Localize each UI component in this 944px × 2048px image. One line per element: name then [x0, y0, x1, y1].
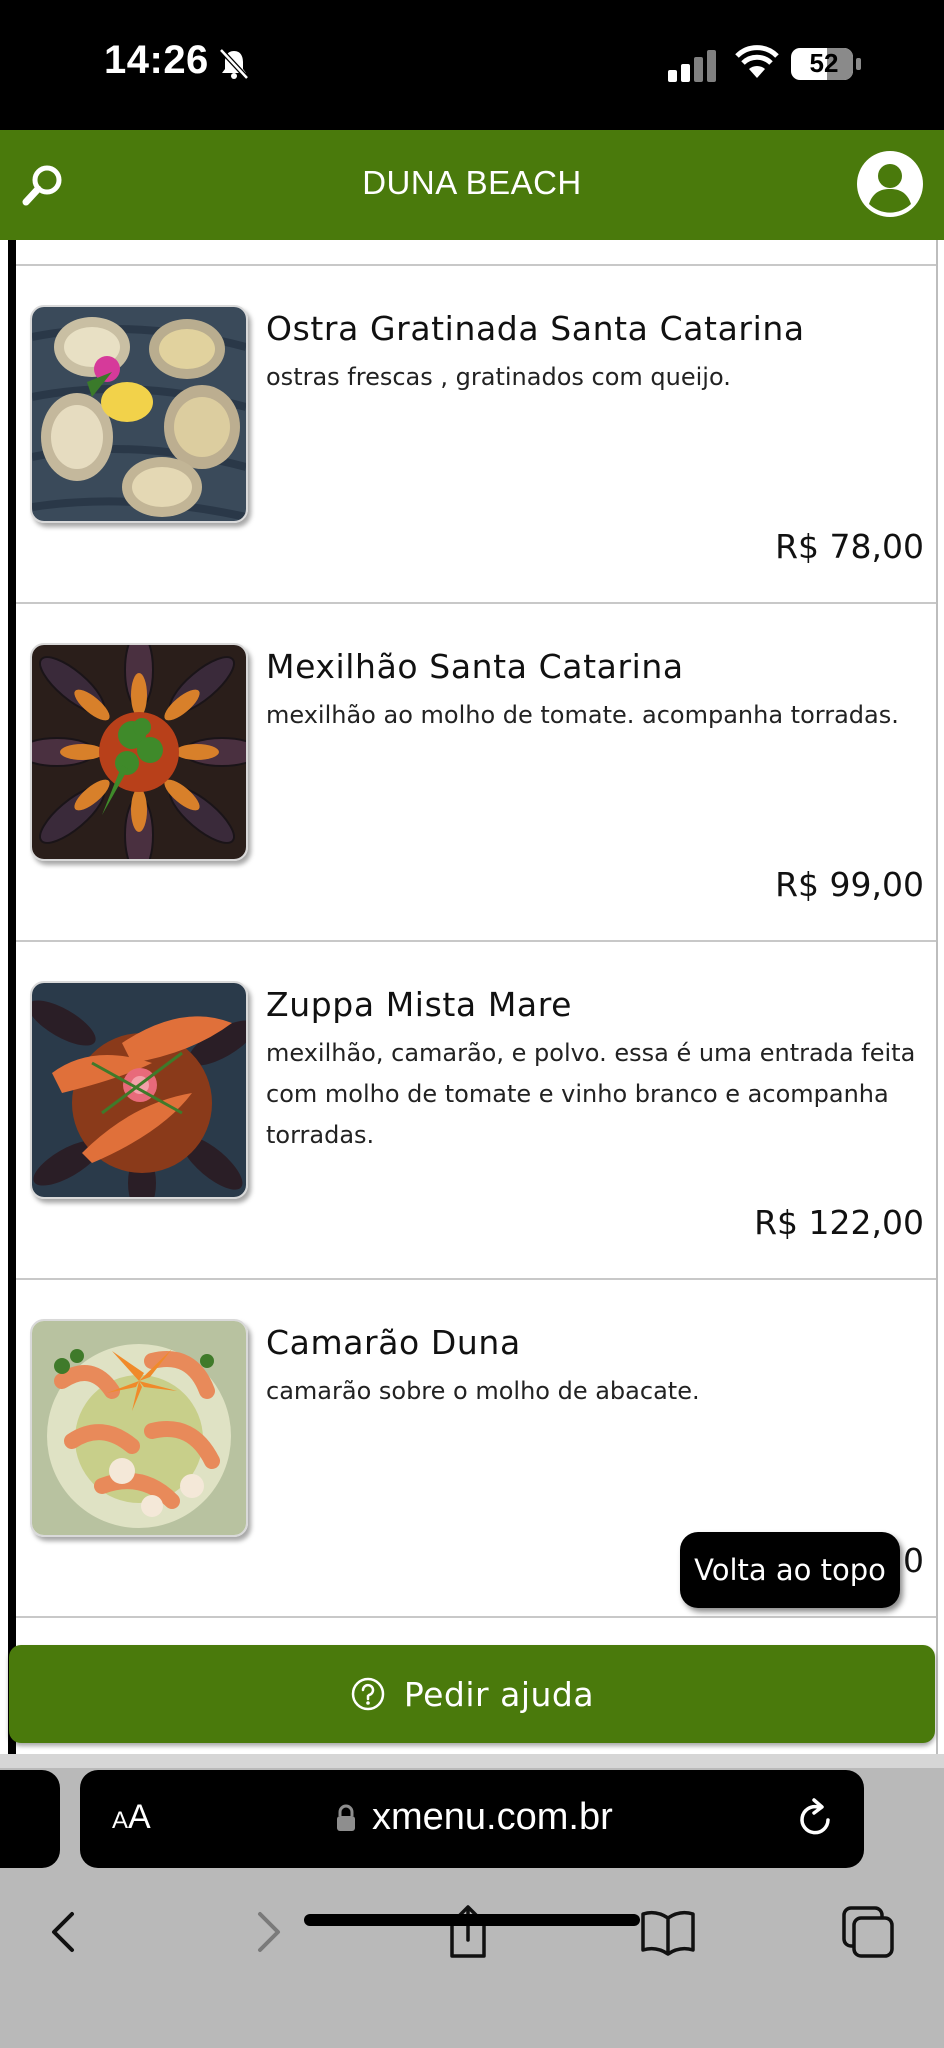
address-bar[interactable]: AA xmenu.com.br — [80, 1770, 864, 1868]
left-border — [8, 240, 16, 1754]
help-circle-icon — [351, 1677, 385, 1711]
tabs-icon[interactable] — [838, 1902, 898, 1962]
back-icon[interactable] — [34, 1902, 94, 1962]
lock-icon — [337, 1804, 355, 1831]
menu-item[interactable]: Mexilhão Santa Catarina mexilhão ao molh… — [16, 603, 936, 941]
item-photo-mussels — [30, 643, 248, 861]
share-icon[interactable] — [438, 1902, 498, 1962]
item-name: Mexilhão Santa Catarina — [266, 647, 684, 686]
status-bar: 14:26 52 — [0, 0, 944, 130]
item-description: camarão sobre o molho de abacate. — [266, 1377, 700, 1405]
user-avatar-icon[interactable] — [856, 150, 924, 218]
item-photo-zuppa — [30, 981, 248, 1199]
item-photo-shrimp — [30, 1319, 248, 1537]
item-description: mexilhão ao molho de tomate. acompanha t… — [266, 701, 899, 729]
battery-level: 52 — [809, 48, 839, 78]
previous-tab-pill[interactable] — [0, 1770, 60, 1868]
wifi-icon — [735, 45, 779, 78]
status-time: 14:26 — [104, 38, 209, 82]
menu-item[interactable]: Ostra Gratinada Santa Catarina ostras fr… — [16, 265, 936, 603]
divider — [16, 1616, 936, 1618]
reload-icon[interactable] — [796, 1796, 836, 1840]
back-to-top-button[interactable]: Volta ao topo — [680, 1532, 900, 1608]
help-button-label: Pedir ajuda — [403, 1674, 595, 1714]
bell-slash-icon — [219, 48, 249, 80]
aa-large: A — [128, 1798, 151, 1836]
reader-options-button[interactable]: AA — [112, 1798, 151, 1837]
item-name: Ostra Gratinada Santa Catarina — [266, 309, 805, 348]
item-description: mexilhão, camarão, e polvo. essa é uma e… — [266, 1039, 916, 1149]
home-indicator — [304, 1914, 640, 1926]
item-price: R$ 122,00 — [754, 1203, 924, 1242]
item-price: R$ 78,00 — [775, 527, 924, 566]
item-name: Camarão Duna — [266, 1323, 521, 1362]
browser-toolbar: AA xmenu.com.br — [0, 1754, 944, 2048]
item-photo-oysters — [30, 305, 248, 523]
help-button[interactable]: Pedir ajuda — [9, 1645, 935, 1743]
browser-bar-edge — [0, 1754, 944, 1768]
right-border — [936, 240, 938, 1754]
item-price: R$ 99,00 — [775, 865, 924, 904]
forward-icon[interactable] — [238, 1902, 298, 1962]
aa-small: A — [112, 1807, 129, 1834]
cellular-icon — [668, 50, 716, 82]
bookmarks-icon[interactable] — [638, 1902, 698, 1962]
item-name: Zuppa Mista Mare — [266, 985, 573, 1024]
item-price: 0 — [903, 1541, 924, 1580]
item-description: ostras frescas , gratinados com queijo. — [266, 363, 731, 391]
app-header: DUNA BEACH — [0, 130, 944, 240]
menu-list[interactable]: Ostra Gratinada Santa Catarina ostras fr… — [0, 240, 944, 1754]
menu-item[interactable]: Zuppa Mista Mare mexilhão, camarão, e po… — [16, 941, 936, 1279]
url-text: xmenu.com.br — [372, 1796, 613, 1838]
restaurant-title: DUNA BEACH — [362, 164, 582, 201]
